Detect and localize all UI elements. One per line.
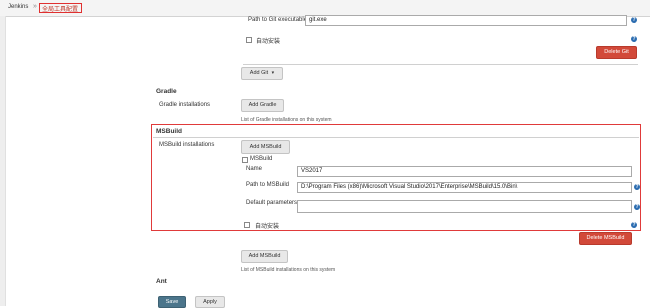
- msbuild-installations-label: MSBuild installations: [159, 142, 215, 148]
- help-icon[interactable]: ?: [631, 222, 637, 228]
- delete-git-button[interactable]: Delete Git: [596, 46, 637, 59]
- help-icon[interactable]: ?: [631, 17, 637, 23]
- msbuild-auto-install-checkbox[interactable]: [244, 222, 250, 228]
- msbuild-highlight-box: [151, 124, 641, 231]
- add-msbuild-button-bottom[interactable]: Add MSBuild: [241, 250, 288, 263]
- chevron-down-icon: ▾: [271, 70, 275, 76]
- breadcrumb-separator: »: [33, 3, 37, 10]
- add-git-button[interactable]: Add Git ▾: [241, 67, 283, 80]
- delete-msbuild-button[interactable]: Delete MSBuild: [579, 232, 632, 245]
- divider: [153, 137, 639, 138]
- msbuild-item-checkbox: [242, 157, 248, 163]
- help-icon[interactable]: ?: [634, 204, 640, 210]
- msbuild-item-header: MSBuild: [250, 156, 273, 162]
- breadcrumb-global-tool-config[interactable]: 全局工具配置: [42, 4, 78, 13]
- msbuild-name-input[interactable]: VS2017: [297, 166, 632, 177]
- breadcrumb-jenkins[interactable]: Jenkins: [8, 4, 28, 10]
- ant-section-title: Ant: [156, 278, 167, 285]
- msbuild-section-title: MSBuild: [156, 128, 182, 135]
- left-gutter: [0, 16, 6, 306]
- msbuild-path-input[interactable]: D:\Program Files (x86)\Microsoft Visual …: [297, 182, 632, 193]
- msbuild-name-label: Name: [246, 166, 263, 172]
- add-git-label: Add Git: [249, 70, 269, 76]
- apply-button[interactable]: Apply: [195, 296, 225, 308]
- msbuild-default-params-label: Default parameters: [246, 200, 298, 206]
- git-path-input[interactable]: git.exe: [305, 15, 627, 26]
- divider: [243, 64, 638, 65]
- msbuild-auto-install-label: 自动安装: [255, 224, 280, 230]
- git-auto-install-checkbox[interactable]: [246, 37, 252, 43]
- add-gradle-button[interactable]: Add Gradle: [241, 99, 284, 112]
- help-icon[interactable]: ?: [631, 36, 637, 42]
- msbuild-path-label: Path to MSBuild: [246, 182, 290, 188]
- save-button[interactable]: Save: [158, 296, 186, 308]
- gradle-installations-label: Gradle installations: [159, 102, 211, 108]
- git-path-label: Path to Git executable: [248, 17, 308, 23]
- help-icon[interactable]: ?: [634, 184, 640, 190]
- add-msbuild-button[interactable]: Add MSBuild: [241, 140, 290, 154]
- gradle-section-title: Gradle: [156, 88, 177, 95]
- msbuild-list-hint: List of MSBuild installations on this sy…: [241, 267, 336, 273]
- msbuild-default-params-input[interactable]: [297, 200, 632, 213]
- gradle-list-hint: List of Gradle installations on this sys…: [241, 117, 332, 123]
- git-auto-install-label: 自动安装: [256, 39, 281, 45]
